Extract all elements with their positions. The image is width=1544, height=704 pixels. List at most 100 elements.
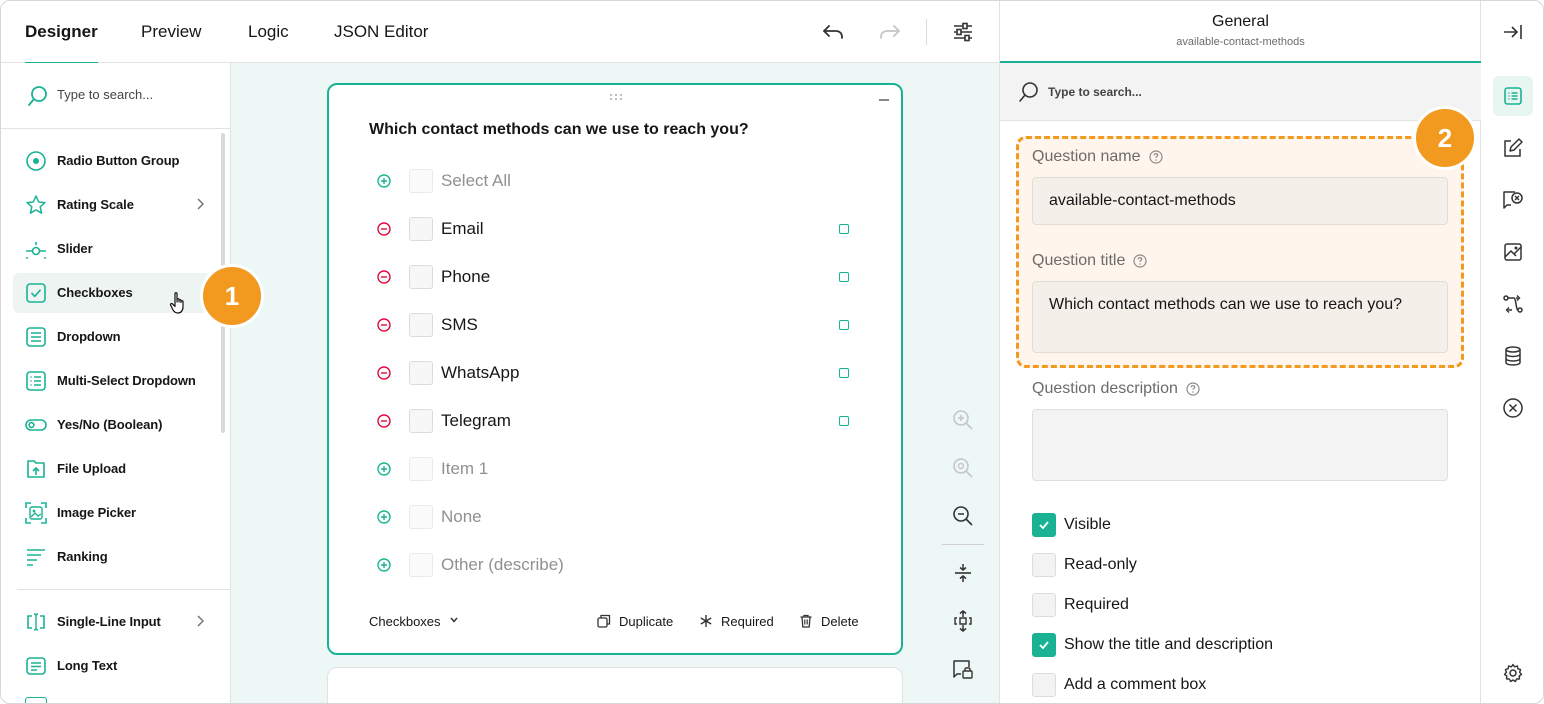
choice-label[interactable]: Item 1: [441, 459, 488, 479]
choice-label[interactable]: Telegram: [441, 411, 511, 431]
toolbox-item-image-picker[interactable]: Image Picker: [13, 493, 211, 533]
comment-box-checkbox[interactable]: [1032, 673, 1056, 697]
zoom-out-icon[interactable]: [949, 502, 977, 530]
question-name-field[interactable]: available-contact-methods: [1032, 177, 1448, 225]
toolbox-item-radio-button-group[interactable]: Radio Button Group: [13, 141, 211, 181]
choice-checkbox[interactable]: [409, 361, 433, 385]
remove-choice-icon[interactable]: [377, 318, 391, 332]
toolbox-item-multi-select-dropdown[interactable]: Multi-Select Dropdown: [13, 361, 211, 401]
choice-drag-handle[interactable]: [839, 368, 849, 378]
toolbox-item-dropdown[interactable]: Dropdown: [13, 317, 211, 357]
validation-icon[interactable]: [1493, 388, 1533, 428]
general-properties-icon[interactable]: [1493, 76, 1533, 116]
delete-button[interactable]: Delete: [799, 611, 859, 631]
show-title-checkbox-row[interactable]: Show the title and description: [1032, 632, 1273, 658]
choice-label[interactable]: Select All: [441, 171, 511, 191]
toolbox-item-slider[interactable]: Slider: [13, 229, 211, 269]
choice-other[interactable]: Other (describe): [369, 549, 869, 581]
choices-icon[interactable]: [1493, 180, 1533, 220]
add-choice-icon[interactable]: [377, 510, 391, 524]
chevron-down-icon[interactable]: [449, 615, 459, 625]
choice-email[interactable]: Email: [369, 213, 869, 245]
tab-json-editor[interactable]: JSON Editor: [334, 1, 428, 63]
choice-item-1[interactable]: Item 1: [369, 453, 869, 485]
remove-choice-icon[interactable]: [377, 270, 391, 284]
drag-handle-icon[interactable]: [609, 93, 623, 101]
add-choice-icon[interactable]: [377, 462, 391, 476]
choice-checkbox[interactable]: [409, 457, 433, 481]
question-description-field[interactable]: [1032, 409, 1448, 481]
property-search[interactable]: Type to search...: [1000, 63, 1481, 121]
remove-choice-icon[interactable]: [377, 366, 391, 380]
lock-question-icon[interactable]: [949, 655, 977, 683]
choice-drag-handle[interactable]: [839, 272, 849, 282]
choice-checkbox[interactable]: [409, 505, 433, 529]
add-choice-icon[interactable]: [377, 174, 391, 188]
collapse-all-icon[interactable]: [949, 559, 977, 587]
choice-telegram[interactable]: Telegram: [369, 405, 869, 437]
choice-phone[interactable]: Phone: [369, 261, 869, 293]
choice-label[interactable]: None: [441, 507, 482, 527]
question-type-selector[interactable]: Checkboxes: [369, 614, 441, 629]
toolbox-item-checkboxes[interactable]: Checkboxes: [13, 273, 211, 314]
add-choice-icon[interactable]: [377, 558, 391, 572]
toolbox-item-single-line-input[interactable]: Single-Line Input: [13, 602, 211, 642]
settings-sliders-icon[interactable]: [950, 19, 976, 45]
choice-label[interactable]: WhatsApp: [441, 363, 519, 383]
collapse-panel-icon[interactable]: [1493, 12, 1533, 52]
question-title[interactable]: Which contact methods can we use to reac…: [369, 121, 749, 139]
zoom-reset-icon[interactable]: [949, 454, 977, 482]
logic-icon[interactable]: [1493, 284, 1533, 324]
required-checkbox-row[interactable]: Required: [1032, 592, 1129, 618]
comment-box-checkbox-row[interactable]: Add a comment box: [1032, 672, 1206, 698]
read-only-checkbox-row[interactable]: Read-only: [1032, 552, 1137, 578]
choice-checkbox[interactable]: [409, 409, 433, 433]
choice-checkbox[interactable]: [409, 217, 433, 241]
toolbox-item-rating-scale[interactable]: Rating Scale: [13, 185, 211, 225]
remove-choice-icon[interactable]: [377, 222, 391, 236]
gear-icon[interactable]: [1493, 653, 1533, 693]
undo-icon[interactable]: [820, 19, 846, 45]
image-settings-icon[interactable]: [1493, 232, 1533, 272]
help-icon[interactable]: [1133, 254, 1147, 268]
choice-drag-handle[interactable]: [839, 224, 849, 234]
choice-label[interactable]: Email: [441, 219, 484, 239]
tab-logic[interactable]: Logic: [248, 1, 289, 63]
redo-icon[interactable]: [877, 19, 903, 45]
toolbox-item-ranking[interactable]: Ranking: [13, 537, 211, 577]
choice-drag-handle[interactable]: [839, 416, 849, 426]
required-button[interactable]: Required: [699, 611, 774, 631]
next-question-card[interactable]: [327, 667, 903, 703]
choice-label[interactable]: SMS: [441, 315, 478, 335]
visible-checkbox-row[interactable]: Visible: [1032, 512, 1111, 538]
expand-all-icon[interactable]: [949, 607, 977, 635]
choice-checkbox[interactable]: [409, 265, 433, 289]
question-title-field[interactable]: Which contact methods can we use to reac…: [1032, 281, 1448, 353]
visible-checkbox[interactable]: [1032, 513, 1056, 537]
remove-choice-icon[interactable]: [377, 414, 391, 428]
read-only-checkbox[interactable]: [1032, 553, 1056, 577]
chevron-right-icon[interactable]: [195, 197, 205, 211]
choice-select-all[interactable]: Select All: [369, 165, 869, 197]
toolbox-search[interactable]: Type to search...: [1, 63, 230, 129]
choice-checkbox[interactable]: [409, 169, 433, 193]
choice-checkbox[interactable]: [409, 553, 433, 577]
zoom-in-icon[interactable]: [949, 406, 977, 434]
toolbox-item-long-text[interactable]: Long Text: [13, 646, 211, 686]
toolbox-item-yes-no-boolean[interactable]: Yes/No (Boolean): [13, 405, 211, 445]
toolbox-item-file-upload[interactable]: File Upload: [13, 449, 211, 489]
tab-preview[interactable]: Preview: [141, 1, 201, 63]
tab-designer[interactable]: Designer: [25, 1, 98, 64]
duplicate-button[interactable]: Duplicate: [597, 611, 673, 631]
choice-whatsapp[interactable]: WhatsApp: [369, 357, 869, 389]
data-icon[interactable]: [1493, 336, 1533, 376]
collapse-icon[interactable]: [879, 99, 889, 101]
edit-icon[interactable]: [1493, 128, 1533, 168]
show-title-checkbox[interactable]: [1032, 633, 1056, 657]
choice-sms[interactable]: SMS: [369, 309, 869, 341]
choice-label[interactable]: Other (describe): [441, 555, 564, 575]
choice-none[interactable]: None: [369, 501, 869, 533]
required-checkbox[interactable]: [1032, 593, 1056, 617]
question-card[interactable]: Which contact methods can we use to reac…: [327, 83, 903, 655]
help-icon[interactable]: [1186, 382, 1200, 396]
